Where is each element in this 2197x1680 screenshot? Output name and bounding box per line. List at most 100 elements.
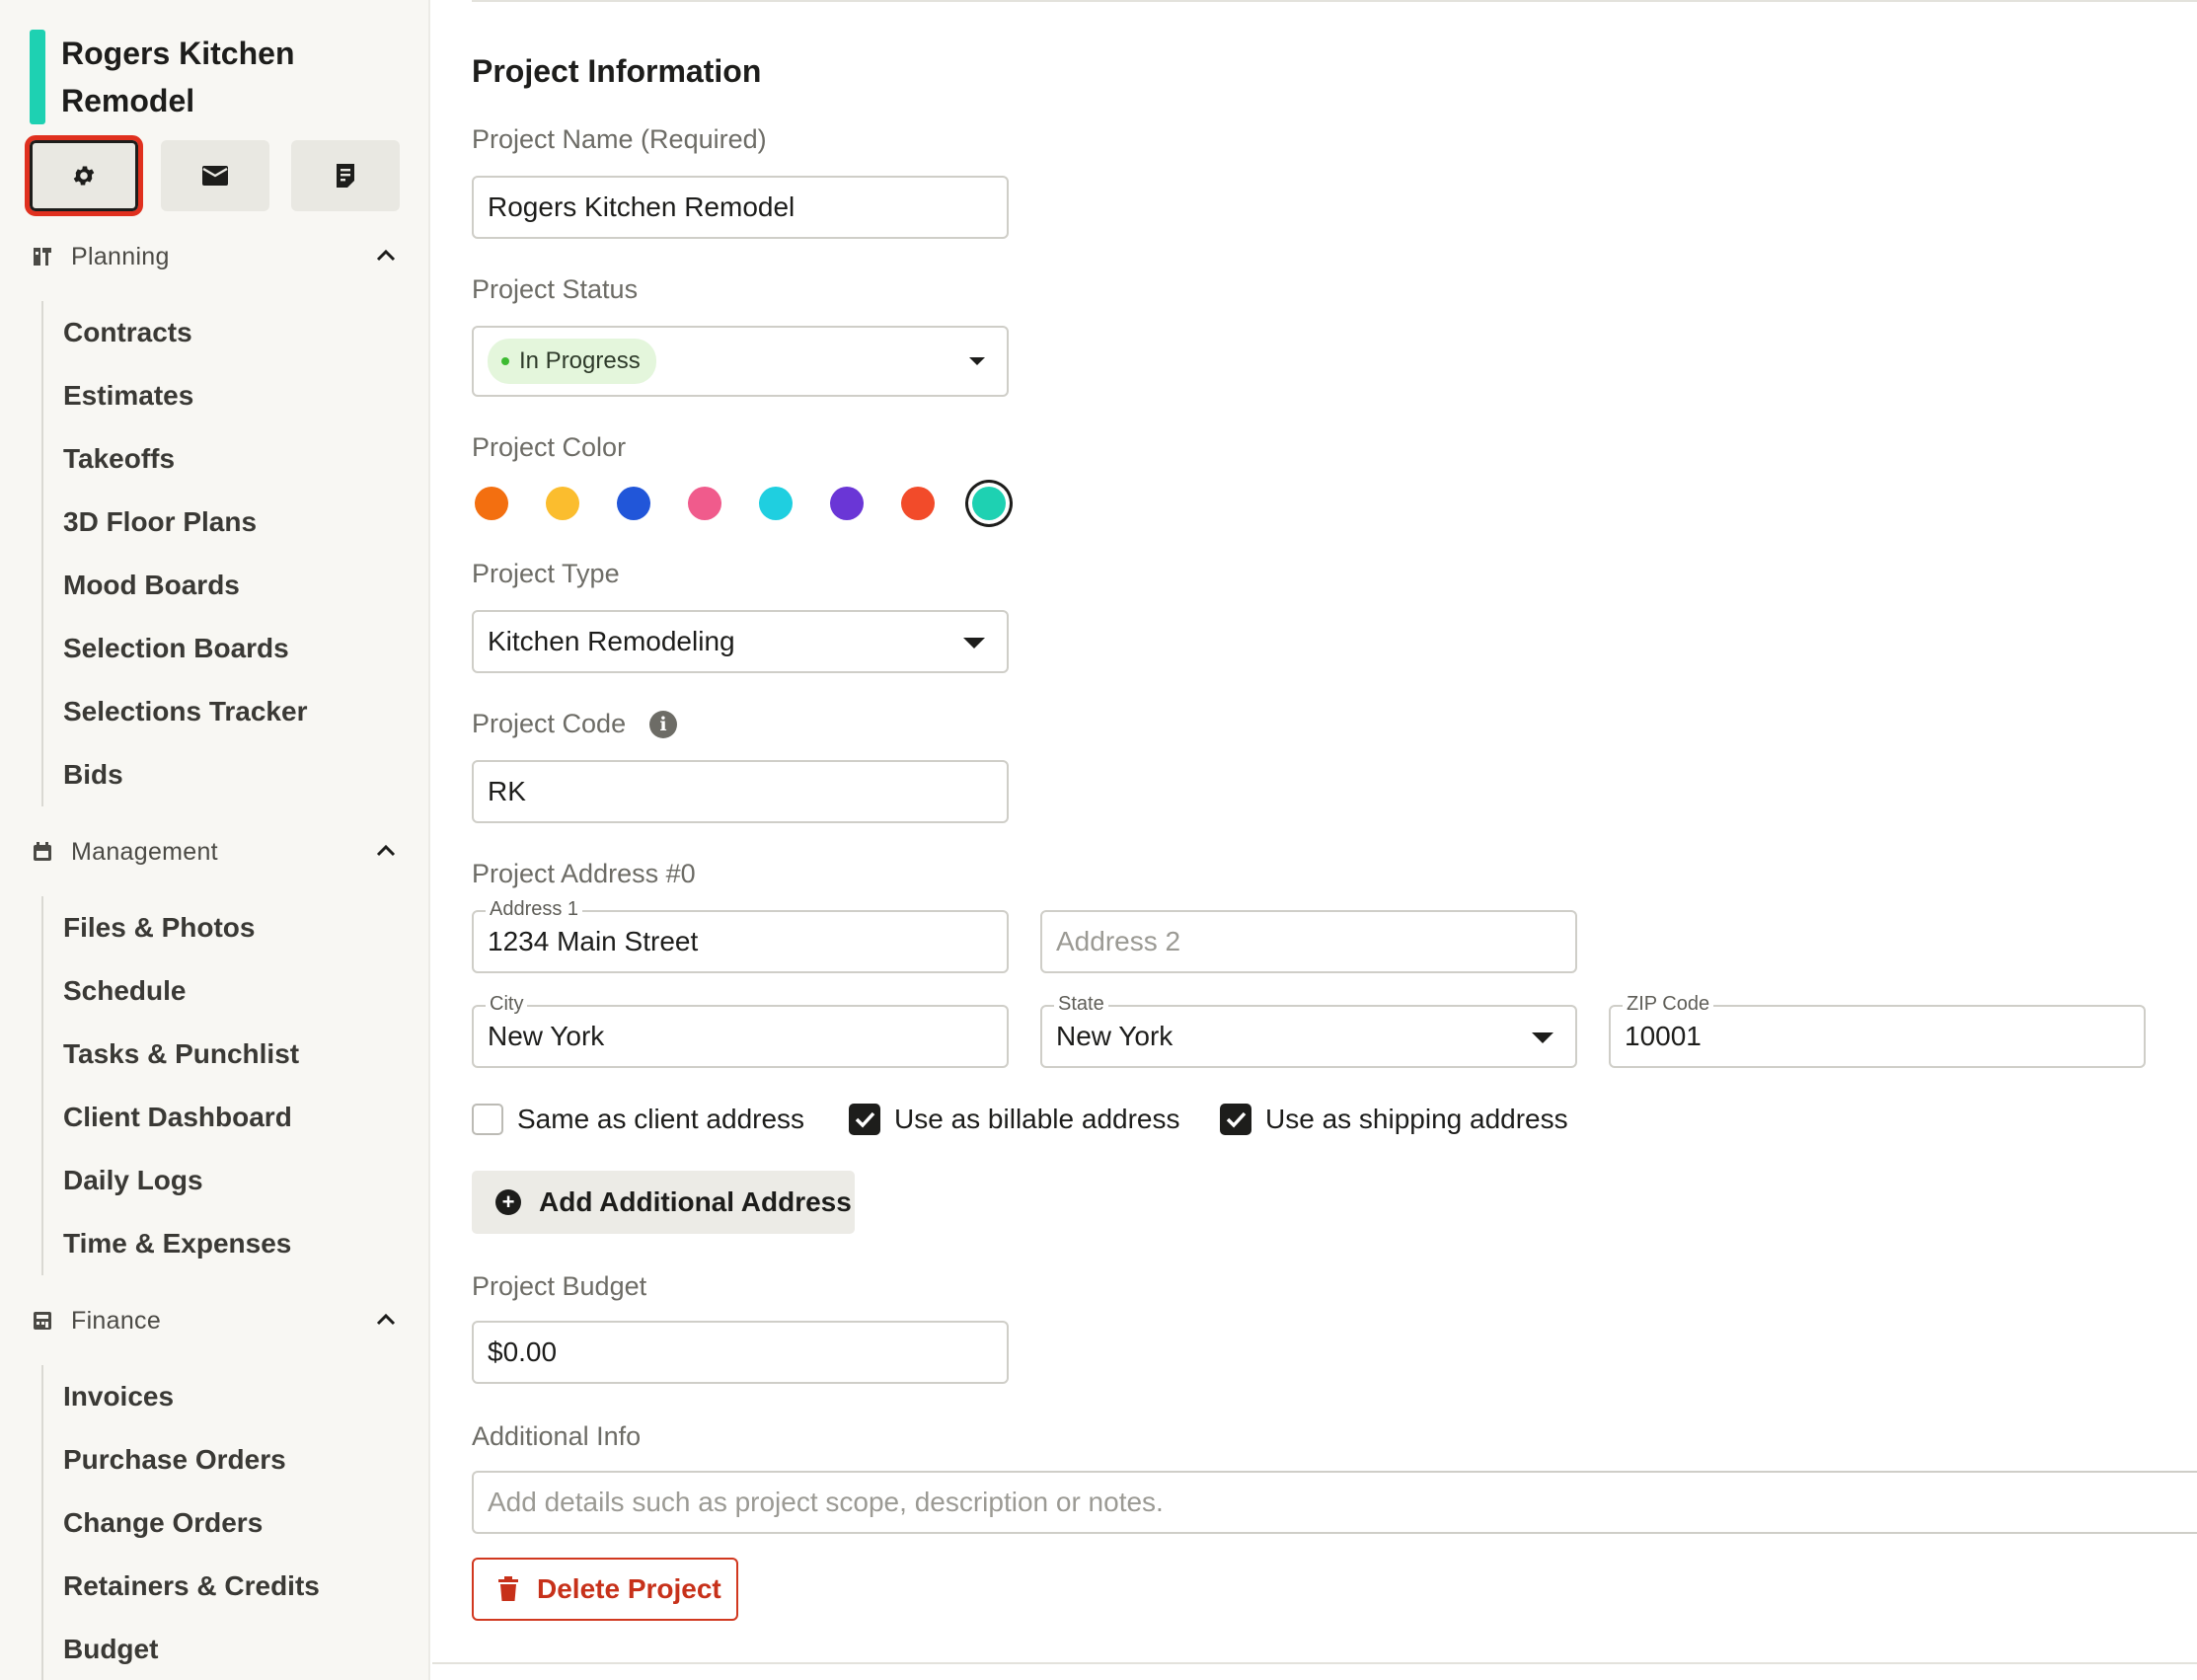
- page-title: Project Information: [472, 53, 762, 89]
- section-label: Management: [71, 837, 218, 866]
- shipping-address-checkbox[interactable]: [1220, 1104, 1251, 1135]
- same-as-client-checkbox[interactable]: [472, 1104, 503, 1135]
- sidebar-item-change-orders[interactable]: Change Orders: [43, 1491, 320, 1555]
- chevron-down-icon: [969, 357, 985, 365]
- sidebar-item-selection-boards[interactable]: Selection Boards: [43, 617, 307, 680]
- notes-button[interactable]: [291, 140, 400, 211]
- color-swatch-red[interactable]: [901, 487, 935, 520]
- sidebar-item-mood-boards[interactable]: Mood Boards: [43, 554, 307, 617]
- state-select[interactable]: State New York: [1040, 993, 1577, 1068]
- delete-project-label: Delete Project: [537, 1573, 721, 1604]
- planning-icon: [34, 248, 51, 266]
- sidebar-item-client-dashboard[interactable]: Client Dashboard: [43, 1086, 299, 1149]
- messages-button[interactable]: [161, 140, 269, 211]
- state-value: New York: [1056, 1021, 1174, 1051]
- sidebar-item-purchase-orders[interactable]: Purchase Orders: [43, 1428, 320, 1491]
- gear-icon: [73, 166, 95, 186]
- project-status-label: Project Status: [472, 274, 639, 304]
- document-icon: [337, 164, 354, 188]
- calendar-icon: [34, 842, 51, 861]
- address1-label: Address 1: [486, 898, 583, 920]
- mail-icon: [202, 166, 228, 186]
- project-name-input[interactable]: Rogers Kitchen Remodel: [472, 176, 1009, 239]
- section-management[interactable]: Management: [32, 832, 397, 872]
- settings-button[interactable]: [25, 135, 143, 216]
- state-label: State: [1054, 993, 1108, 1015]
- project-color-label: Project Color: [472, 432, 627, 462]
- section-label: Planning: [71, 242, 170, 270]
- color-swatch-teal[interactable]: [972, 487, 1006, 520]
- chevron-up-icon[interactable]: [375, 243, 397, 268]
- checkmark-icon: [855, 1111, 875, 1128]
- project-budget-input[interactable]: $0.00: [472, 1321, 1009, 1384]
- color-swatch-blue[interactable]: [617, 487, 650, 520]
- chevron-up-icon[interactable]: [375, 838, 397, 864]
- zip-label: ZIP Code: [1623, 993, 1714, 1015]
- chevron-down-icon: [963, 638, 985, 649]
- address2-placeholder: Address 2: [1056, 926, 1181, 956]
- billable-address-checkbox[interactable]: [849, 1104, 880, 1135]
- add-address-label: Add Additional Address: [539, 1186, 852, 1217]
- address2-input[interactable]: Address 2: [1040, 910, 1577, 973]
- sidebar-item-files-photos[interactable]: Files & Photos: [43, 896, 299, 959]
- project-type-label: Project Type: [472, 559, 620, 588]
- project-address-label: Project Address #0: [472, 859, 696, 888]
- color-swatch-orange[interactable]: [475, 487, 508, 520]
- project-header: Rogers Kitchen Remodel: [30, 30, 318, 124]
- project-status-select[interactable]: In Progress: [472, 326, 1009, 397]
- project-budget-value: $0.00: [488, 1336, 558, 1367]
- address1-input[interactable]: Address 1 1234 Main Street: [472, 898, 1009, 973]
- sidebar-item-daily-logs[interactable]: Daily Logs: [43, 1149, 299, 1212]
- sidebar-item-estimates[interactable]: Estimates: [43, 364, 307, 427]
- sidebar-item-takeoffs[interactable]: Takeoffs: [43, 427, 307, 491]
- status-badge: In Progress: [488, 339, 656, 384]
- sidebar-item-retainers-credits[interactable]: Retainers & Credits: [43, 1555, 320, 1618]
- project-code-label: Project Code: [472, 709, 627, 738]
- section-finance[interactable]: Finance: [32, 1301, 397, 1340]
- color-swatch-pink[interactable]: [688, 487, 721, 520]
- chevron-up-icon[interactable]: [375, 1307, 397, 1333]
- additional-info-label: Additional Info: [472, 1421, 642, 1451]
- sidebar-item-contracts[interactable]: Contracts: [43, 301, 307, 364]
- project-color-accent: [30, 30, 45, 124]
- status-value: In Progress: [519, 347, 641, 374]
- trash-icon: [498, 1576, 518, 1601]
- management-nav: Files & Photos Schedule Tasks & Punchlis…: [41, 896, 299, 1275]
- project-type-select[interactable]: Kitchen Remodeling: [472, 610, 1009, 673]
- delete-project-button[interactable]: Delete Project: [472, 1558, 738, 1621]
- sidebar-item-tasks-punchlist[interactable]: Tasks & Punchlist: [43, 1023, 299, 1086]
- additional-info-textarea[interactable]: Add details such as project scope, descr…: [472, 1471, 2197, 1534]
- sidebar: Rogers Kitchen Remodel Planning Contract…: [0, 0, 430, 1680]
- address1-value: 1234 Main Street: [488, 926, 699, 956]
- sidebar-item-3d-floor-plans[interactable]: 3D Floor Plans: [43, 491, 307, 554]
- checkmark-icon: [1226, 1111, 1247, 1128]
- sidebar-item-invoices[interactable]: Invoices: [43, 1365, 320, 1428]
- zip-value: 10001: [1625, 1021, 1702, 1051]
- chevron-down-icon: [1532, 1032, 1553, 1043]
- finance-icon: [34, 1312, 51, 1330]
- planning-nav: Contracts Estimates Takeoffs 3D Floor Pl…: [41, 301, 307, 806]
- divider: [432, 1662, 2197, 1664]
- sidebar-item-schedule[interactable]: Schedule: [43, 959, 299, 1023]
- info-icon[interactable]: i: [649, 711, 677, 738]
- city-input[interactable]: City New York: [472, 993, 1009, 1068]
- add-address-button[interactable]: + Add Additional Address: [472, 1171, 855, 1234]
- project-settings-form: Project Information Project Name (Requir…: [432, 0, 2197, 1680]
- zip-input[interactable]: ZIP Code 10001: [1609, 993, 2146, 1068]
- sidebar-item-selections-tracker[interactable]: Selections Tracker: [43, 680, 307, 743]
- city-value: New York: [488, 1021, 605, 1051]
- billable-address-label[interactable]: Use as billable address: [894, 1104, 1180, 1135]
- color-swatch-cyan[interactable]: [759, 487, 793, 520]
- sidebar-item-bids[interactable]: Bids: [43, 743, 307, 806]
- color-swatch-yellow[interactable]: [546, 487, 579, 520]
- plus-circle-icon: +: [495, 1189, 521, 1215]
- section-planning[interactable]: Planning: [32, 237, 397, 276]
- same-as-client-label[interactable]: Same as client address: [517, 1104, 804, 1135]
- city-label: City: [486, 993, 528, 1015]
- project-name-value: Rogers Kitchen Remodel: [488, 191, 795, 222]
- shipping-address-label[interactable]: Use as shipping address: [1265, 1104, 1568, 1135]
- sidebar-item-budget[interactable]: Budget: [43, 1618, 320, 1680]
- color-swatch-purple[interactable]: [830, 487, 864, 520]
- project-code-input[interactable]: RK: [472, 760, 1009, 823]
- sidebar-item-time-expenses[interactable]: Time & Expenses: [43, 1212, 299, 1275]
